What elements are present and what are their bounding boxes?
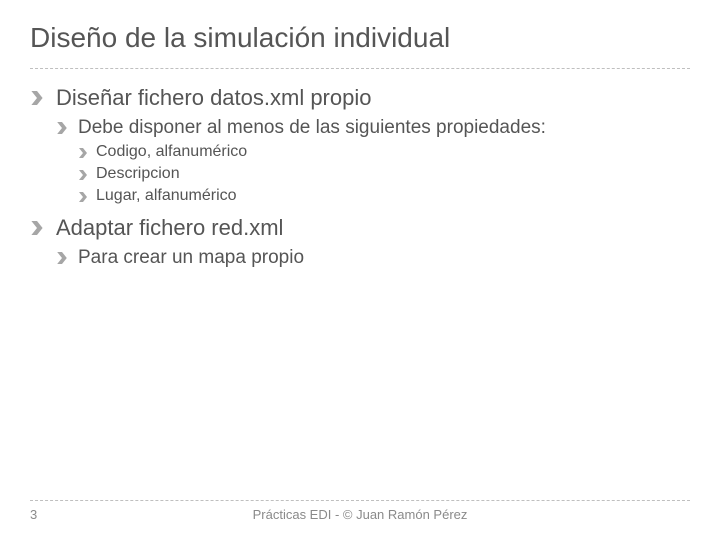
footer-text: Prácticas EDI - © Juan Ramón Pérez <box>70 507 650 522</box>
list-item: Lugar, alfanumérico <box>78 187 690 205</box>
list-item-text: Codigo, alfanumérico <box>96 143 247 160</box>
arrow-right-icon <box>56 252 68 264</box>
slide: Diseño de la simulación individual Diseñ… <box>0 0 720 540</box>
bullet-list: Diseñar fichero datos.xml propio Debe di… <box>30 85 690 269</box>
list-item-text: Para crear un mapa propio <box>78 247 304 268</box>
footer-rule <box>30 500 690 501</box>
title-area: Diseño de la simulación individual <box>0 0 720 68</box>
arrow-right-icon <box>30 91 44 105</box>
list-item: Codigo, alfanumérico <box>78 143 690 161</box>
arrow-right-icon <box>78 148 88 158</box>
sublist: Debe disponer al menos de las siguientes… <box>56 117 690 205</box>
list-item: Adaptar fichero red.xml Para crear un ma… <box>30 215 690 269</box>
list-item-text: Adaptar fichero red.xml <box>56 215 283 240</box>
footer: 3 Prácticas EDI - © Juan Ramón Pérez <box>0 500 720 522</box>
list-item: Descripcion <box>78 165 690 183</box>
list-item-text: Descripcion <box>96 165 180 182</box>
list-item-text: Debe disponer al menos de las siguientes… <box>78 117 546 138</box>
list-item-text: Diseñar fichero datos.xml propio <box>56 85 371 110</box>
page-number: 3 <box>30 507 70 522</box>
arrow-right-icon <box>78 192 88 202</box>
footer-row: 3 Prácticas EDI - © Juan Ramón Pérez <box>0 507 720 522</box>
list-item-text: Lugar, alfanumérico <box>96 187 237 204</box>
slide-body: Diseñar fichero datos.xml propio Debe di… <box>0 69 720 269</box>
sublist: Para crear un mapa propio <box>56 247 690 269</box>
slide-title: Diseño de la simulación individual <box>30 22 690 54</box>
sublist: Codigo, alfanumérico Descripcion <box>78 143 690 205</box>
arrow-right-icon <box>56 122 68 134</box>
list-item: Diseñar fichero datos.xml propio Debe di… <box>30 85 690 205</box>
list-item: Para crear un mapa propio <box>56 247 690 269</box>
arrow-right-icon <box>30 221 44 235</box>
list-item: Debe disponer al menos de las siguientes… <box>56 117 690 205</box>
arrow-right-icon <box>78 170 88 180</box>
